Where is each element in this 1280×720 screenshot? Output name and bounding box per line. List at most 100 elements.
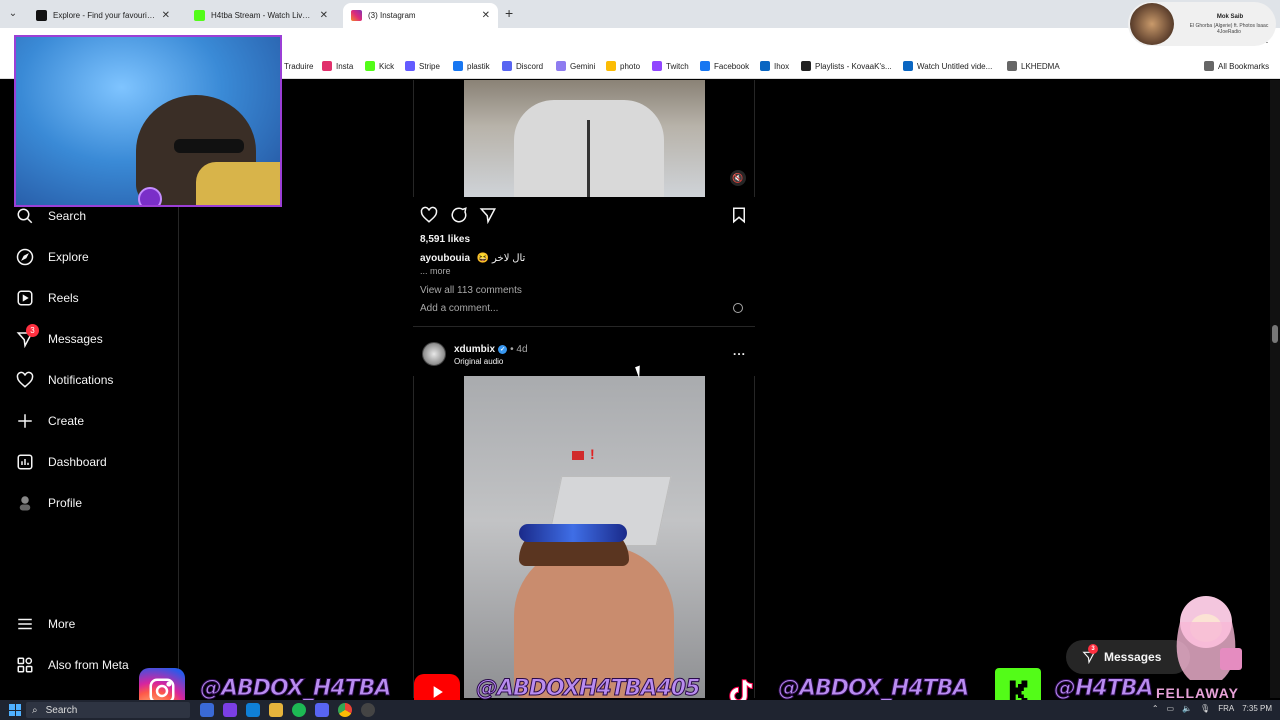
- flag-emoji: [572, 451, 584, 460]
- post-author: xdumbix ✓ • 4d: [454, 344, 528, 355]
- messenger-icon: 3: [16, 324, 39, 348]
- chevron-up-icon[interactable]: ⌃: [1152, 704, 1159, 713]
- hamburger-menu-icon: [16, 615, 34, 633]
- windows-start-icon[interactable]: [9, 704, 21, 716]
- file-explorer-icon[interactable]: [269, 703, 283, 717]
- heart-icon: [16, 371, 34, 389]
- bookmark-item[interactable]: plastik: [453, 61, 490, 71]
- sidebar-item-messages[interactable]: 3 Messages: [16, 324, 103, 351]
- person-sunglasses: [519, 524, 627, 542]
- bookmark-item[interactable]: All Bookmarks: [1204, 61, 1269, 71]
- caption-more-link[interactable]: ... more: [420, 266, 451, 276]
- muted-speaker-icon[interactable]: 🔇: [730, 170, 746, 186]
- spotify-icon[interactable]: [292, 703, 306, 717]
- edge-icon[interactable]: [246, 703, 260, 717]
- language-indicator[interactable]: FRA: [1218, 704, 1234, 713]
- save-bookmark-icon[interactable]: [730, 206, 748, 224]
- bookmark-favicon-icon: [556, 61, 566, 71]
- sidebar-item-create[interactable]: Create: [16, 409, 84, 433]
- discord-icon[interactable]: [315, 703, 329, 717]
- bookmark-item[interactable]: Discord: [502, 61, 543, 71]
- taskbar-search[interactable]: ⌕ Search: [26, 702, 190, 718]
- messages-label: Messages: [1104, 650, 1162, 664]
- bookmark-item[interactable]: Gemini: [556, 61, 595, 71]
- tab-explore[interactable]: Explore - Find your favourite vi ✕: [28, 3, 178, 28]
- bookmark-item[interactable]: photo: [606, 61, 640, 71]
- like-heart-icon[interactable]: [420, 206, 438, 224]
- sidebar-item-more[interactable]: More: [16, 612, 75, 636]
- verified-badge-icon: ✓: [498, 345, 508, 354]
- post-video[interactable]: [464, 80, 705, 197]
- network-icon[interactable]: ▭: [1167, 704, 1175, 713]
- tab-instagram[interactable]: (3) Instagram ✕: [343, 3, 498, 28]
- tab-search-chevron-icon[interactable]: ⌄: [4, 5, 22, 23]
- sidebar-item-search[interactable]: Search: [16, 204, 86, 228]
- instagram-handle: @ABDOX_H4TBA: [199, 676, 391, 702]
- tab-title: H4tba Stream - Watch Live on K: [211, 11, 314, 20]
- tab-close-icon[interactable]: ✕: [320, 10, 328, 21]
- bookmark-label: Stripe: [419, 61, 440, 71]
- sidebar-item-label: Explore: [48, 250, 89, 264]
- bookmark-item[interactable]: Kick: [365, 61, 394, 71]
- tab-title: Explore - Find your favourite vi: [53, 11, 156, 20]
- bookmark-item[interactable]: Playlists - KovaaK's...: [801, 61, 892, 71]
- bookmark-item[interactable]: Ihox: [760, 61, 789, 71]
- share-send-icon[interactable]: [479, 206, 497, 225]
- tab-close-icon[interactable]: ✕: [482, 10, 490, 21]
- avatar[interactable]: [422, 342, 446, 366]
- clock[interactable]: 7:35 PM: [1242, 704, 1272, 713]
- post-options-button[interactable]: ...: [733, 344, 746, 358]
- caption-username[interactable]: ayoubouia: [420, 253, 470, 264]
- stream-socials-overlay: @ABDOX_H4TBA @ABDOXH4TBA405 @ABDOX_H4TBA…: [0, 668, 1280, 714]
- sidebar-item-profile[interactable]: Profile: [16, 491, 82, 515]
- microphone-icon[interactable]: 🎙: [1200, 704, 1210, 713]
- sidebar-item-reels[interactable]: Reels: [16, 286, 79, 310]
- bookmark-label: Discord: [516, 61, 544, 71]
- post-username[interactable]: xdumbix: [454, 344, 495, 355]
- view-comments-link[interactable]: View all 113 comments: [420, 285, 522, 296]
- bookmark-item[interactable]: Watch Untitled vide...: [903, 61, 992, 71]
- bookmark-item[interactable]: Twitch: [652, 61, 689, 71]
- bookmark-favicon-icon: [322, 61, 332, 71]
- add-comment-input[interactable]: Add a comment...: [420, 303, 498, 314]
- twitch-app-icon[interactable]: [223, 703, 237, 717]
- post-audio-link[interactable]: Original audio: [454, 357, 503, 366]
- volume-icon[interactable]: 🔈: [1182, 704, 1192, 713]
- sidebar-item-label: Messages: [48, 332, 103, 346]
- tab-close-icon[interactable]: ✕: [162, 10, 170, 21]
- chrome-icon[interactable]: [338, 703, 352, 717]
- scrollbar-thumb[interactable]: [1272, 325, 1278, 343]
- kick-handle: @H4TBA: [1054, 676, 1155, 702]
- bookmark-item[interactable]: LKHEDMA: [1007, 61, 1060, 71]
- bookmark-label: Gemini: [570, 61, 596, 71]
- post-media[interactable]: 🔇: [413, 80, 755, 197]
- taskbar-search-label: Search: [45, 704, 78, 716]
- bookmark-label: Watch Untitled vide...: [917, 61, 993, 71]
- sidebar-item-explore[interactable]: Explore: [16, 245, 89, 269]
- sidebar-item-dashboard[interactable]: Dashboard: [16, 450, 107, 474]
- page-scrollbar[interactable]: [1270, 80, 1280, 698]
- post-media[interactable]: !: [413, 376, 755, 698]
- bookmark-label: Ihox: [774, 61, 790, 71]
- post-time[interactable]: • 4d: [510, 344, 527, 355]
- tab-h4tba-stream[interactable]: H4tba Stream - Watch Live on K ✕: [186, 3, 336, 28]
- bookmark-favicon-icon: [652, 61, 662, 71]
- sidebar-item-notifications[interactable]: Notifications: [16, 368, 113, 392]
- bookmark-item[interactable]: Insta: [322, 61, 353, 71]
- youtube-handle: @ABDOXH4TBA405: [475, 676, 700, 702]
- task-view-icon[interactable]: [200, 703, 214, 717]
- obs-icon[interactable]: [361, 703, 375, 717]
- instagram-favicon-icon: [351, 10, 362, 21]
- bookmark-item[interactable]: Facebook: [700, 61, 749, 71]
- comment-bubble-icon[interactable]: [450, 206, 468, 224]
- bookmark-item[interactable]: Stripe: [405, 61, 440, 71]
- bookmark-favicon-icon: [1007, 61, 1017, 71]
- bookmark-label: LKHEDMA: [1021, 61, 1060, 71]
- new-tab-button[interactable]: +: [505, 5, 513, 21]
- bookmark-label: Twitch: [666, 61, 689, 71]
- post-video[interactable]: !: [464, 376, 705, 698]
- emoji-icon[interactable]: [733, 303, 743, 313]
- bookmark-favicon-icon: [502, 61, 512, 71]
- like-count[interactable]: 8,591 likes: [420, 234, 470, 245]
- sidebar-item-label: Search: [48, 209, 87, 223]
